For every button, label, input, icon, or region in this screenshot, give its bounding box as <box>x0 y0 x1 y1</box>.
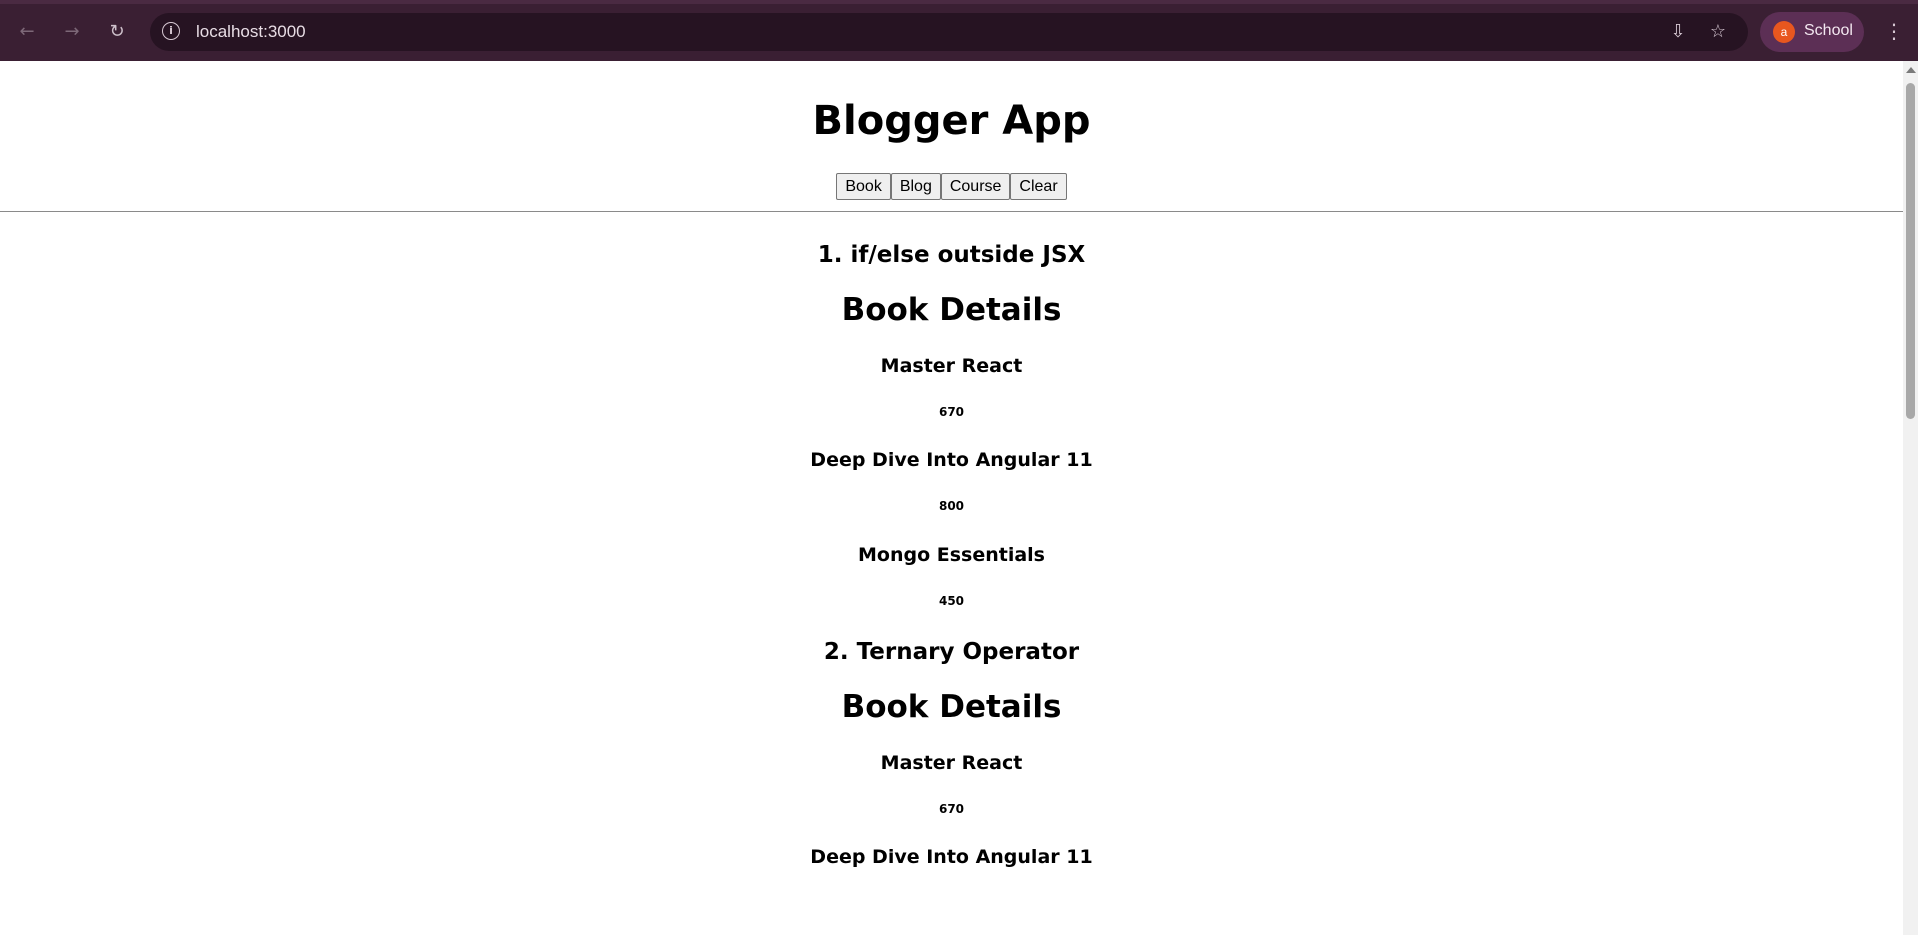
profile-name: School <box>1804 22 1853 39</box>
scroll-up-arrow-icon[interactable] <box>1906 67 1916 73</box>
book-details-title: Book Details <box>841 689 1062 725</box>
page-scrollbar[interactable] <box>1903 61 1918 935</box>
course-button[interactable]: Course <box>940 173 1011 200</box>
section-if-else: 1. if/else outside JSX Book Details Mast… <box>0 212 1903 610</box>
book-name: Master React <box>880 752 1023 774</box>
blog-button[interactable]: Blog <box>890 173 941 200</box>
book-button[interactable]: Book <box>836 173 891 200</box>
browser-toolbar: ← → ↻ i localhost:3000 ⇩ ☆ a School ⋮ <box>0 0 1918 61</box>
book-price: 670 <box>938 405 965 419</box>
scrollbar-thumb[interactable] <box>1906 83 1915 419</box>
install-app-icon[interactable]: ⇩ <box>1666 20 1690 44</box>
book-name: Deep Dive Into Angular 11 <box>810 846 1093 868</box>
address-bar[interactable]: i localhost:3000 ⇩ ☆ <box>150 13 1748 51</box>
bookmark-star-icon[interactable]: ☆ <box>1706 20 1730 44</box>
profile-button[interactable]: a School <box>1760 12 1864 52</box>
kebab-menu-icon[interactable]: ⋮ <box>1882 19 1906 43</box>
book-price: 670 <box>938 802 965 816</box>
app-title: Blogger App <box>812 98 1091 144</box>
clear-button[interactable]: Clear <box>1010 173 1067 200</box>
forward-arrow-icon[interactable]: → <box>60 19 84 43</box>
section-heading: 1. if/else outside JSX <box>817 242 1086 268</box>
book-price: 800 <box>938 499 965 513</box>
book-name: Master React <box>880 355 1023 377</box>
tab-strip <box>0 0 1918 4</box>
page-viewport: Blogger App Book Blog Course Clear 1. if… <box>0 61 1903 935</box>
reload-icon[interactable]: ↻ <box>105 19 129 43</box>
book-name: Deep Dive Into Angular 11 <box>810 449 1093 471</box>
book-price: 450 <box>938 594 965 608</box>
back-arrow-icon[interactable]: ← <box>15 19 39 43</box>
avatar: a <box>1773 21 1795 43</box>
book-name: Mongo Essentials <box>857 544 1045 566</box>
url-text[interactable]: localhost:3000 <box>196 22 306 42</box>
site-info-icon[interactable]: i <box>162 22 180 40</box>
section-ternary: 2. Ternary Operator Book Details Master … <box>0 610 1903 871</box>
app-root: Blogger App Book Blog Course Clear 1. if… <box>0 61 1903 871</box>
section-heading: 2. Ternary Operator <box>823 639 1080 665</box>
book-details-title: Book Details <box>841 292 1062 328</box>
button-row: Book Blog Course Clear <box>0 173 1903 200</box>
